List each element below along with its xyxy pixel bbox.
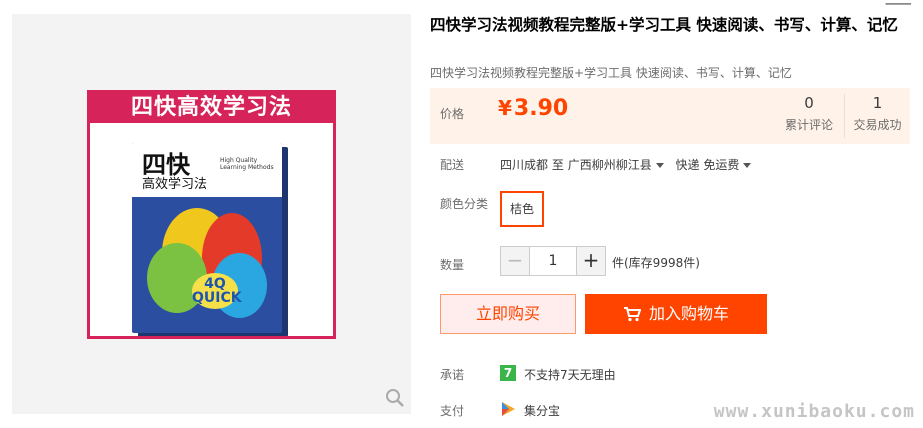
shipping-label: 配送 [440, 158, 465, 172]
shipping-destination-select[interactable]: 广西柳州柳江县 [568, 158, 672, 172]
promise-label: 承诺 [440, 368, 465, 382]
shipping-to: 至 [551, 158, 564, 172]
add-to-cart-button[interactable]: 加入购物车 [585, 294, 767, 334]
product-image[interactable]: 四快高效学习法 四快 High Quality Learning Methods… [87, 90, 336, 339]
book-english-subtitle: High Quality Learning Methods [220, 157, 274, 171]
sold-stat[interactable]: 1 交易成功 [844, 94, 910, 138]
quantity-decrease-button[interactable]: − [500, 246, 530, 276]
cart-icon [623, 307, 642, 322]
sold-count: 1 [872, 94, 883, 112]
watermark: www.xunibaoku.com [713, 401, 915, 422]
price-value: ¥3.90 [498, 96, 569, 121]
shipping-origin: 四川成都 [500, 158, 549, 172]
price-box: 价格 ¥3.90 0 累计评论 1 交易成功 [430, 88, 910, 144]
chevron-down-icon [743, 163, 752, 168]
payment-label: 支付 [440, 404, 465, 418]
shipping-row: 四川成都 至 广西柳州柳江县 快递 免运费 [500, 156, 759, 173]
book-cover: 四快 High Quality Learning Methods 高效学习法 4… [132, 143, 282, 333]
reviews-count: 0 [804, 94, 814, 112]
seven-day-icon: 7 [500, 365, 516, 381]
chevron-down-icon [655, 163, 664, 168]
buy-now-button[interactable]: 立即购买 [440, 294, 576, 334]
zoom-icon[interactable] [385, 388, 405, 408]
jifenbao-icon [502, 402, 515, 416]
payment-method-text[interactable]: 集分宝 [524, 402, 560, 419]
sku-option-orange[interactable]: 桔色 [500, 191, 544, 227]
price-label: 价格 [440, 107, 465, 121]
product-subtitle: 四快学习法视频教程完整版+学习工具 快速阅读、书写、计算、记忆 [430, 66, 792, 80]
sku-label: 颜色分类 [440, 197, 489, 211]
shipping-method-select[interactable]: 快递 免运费 [676, 158, 760, 172]
sold-label: 交易成功 [853, 118, 902, 132]
quantity-input[interactable]: 1 [530, 246, 576, 276]
reviews-stat[interactable]: 0 累计评论 [776, 94, 842, 133]
product-title: 四快学习法视频教程完整版+学习工具 快速阅读、书写、计算、记忆 [430, 16, 898, 34]
top-right-fragment: ▔ ▁▁▁ [874, 0, 911, 5]
stock-text: 件(库存9998件) [612, 256, 700, 270]
product-gallery: 四快高效学习法 四快 High Quality Learning Methods… [12, 14, 411, 414]
promise-text[interactable]: 不支持7天无理由 [524, 366, 616, 383]
quantity-increase-button[interactable]: + [576, 246, 606, 276]
book-subtitle: 高效学习法 [142, 177, 208, 192]
image-banner-text: 四快高效学习法 [90, 93, 333, 123]
book-badge: 4Q QUICK [192, 273, 242, 309]
quantity-label: 数量 [440, 258, 465, 272]
reviews-label: 累计评论 [784, 118, 833, 132]
